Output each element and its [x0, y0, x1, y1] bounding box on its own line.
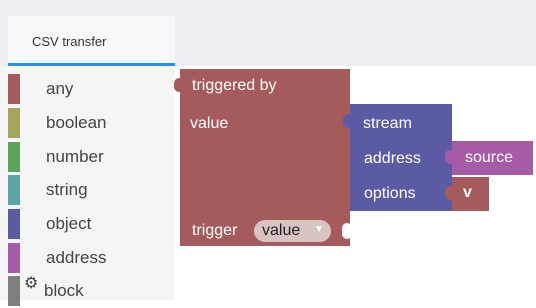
category-swatch	[8, 276, 20, 306]
toolbox: any boolean number string object address…	[0, 66, 174, 306]
category-swatch	[8, 243, 20, 273]
dropdown-value: value	[262, 222, 301, 239]
tab-csv-transfer[interactable]: CSV transfer	[8, 16, 175, 66]
stream-title: stream	[363, 115, 412, 132]
block-trigger-label: trigger	[192, 222, 238, 239]
category-label: object	[46, 214, 92, 233]
trigger-dropdown[interactable]: value ▼	[254, 220, 331, 242]
block-connector	[343, 114, 353, 128]
category-address[interactable]: address	[0, 241, 174, 275]
source-label: source	[465, 149, 514, 166]
category-label: block	[44, 281, 84, 300]
category-swatch	[8, 175, 20, 205]
gear-icon: ⚙	[24, 275, 39, 292]
v-label: v	[463, 184, 472, 201]
stream-address-label: address	[364, 150, 421, 167]
block-connector	[445, 186, 455, 200]
block-connector	[174, 78, 184, 92]
chevron-down-icon: ▼	[314, 224, 324, 235]
category-swatch	[8, 142, 20, 172]
category-label: boolean	[46, 113, 107, 132]
category-swatch	[8, 209, 20, 239]
category-boolean[interactable]: boolean	[0, 106, 174, 140]
category-swatch	[8, 74, 20, 104]
block-title: triggered by	[192, 77, 277, 94]
category-label: address	[46, 248, 107, 267]
tab-label: CSV transfer	[32, 34, 107, 49]
category-label: string	[46, 180, 88, 199]
block-value-label: value	[190, 115, 229, 132]
stream-options-label: options	[364, 185, 416, 202]
block-connector	[445, 150, 455, 164]
category-swatch	[8, 108, 20, 138]
category-any[interactable]: any	[0, 72, 174, 106]
trigger-socket	[342, 223, 352, 239]
category-label: any	[46, 79, 74, 98]
header-bar: CSV transfer	[0, 0, 536, 66]
category-object[interactable]: object	[0, 207, 174, 241]
category-label: number	[46, 147, 104, 166]
category-string[interactable]: string	[0, 173, 174, 207]
category-number[interactable]: number	[0, 140, 174, 174]
